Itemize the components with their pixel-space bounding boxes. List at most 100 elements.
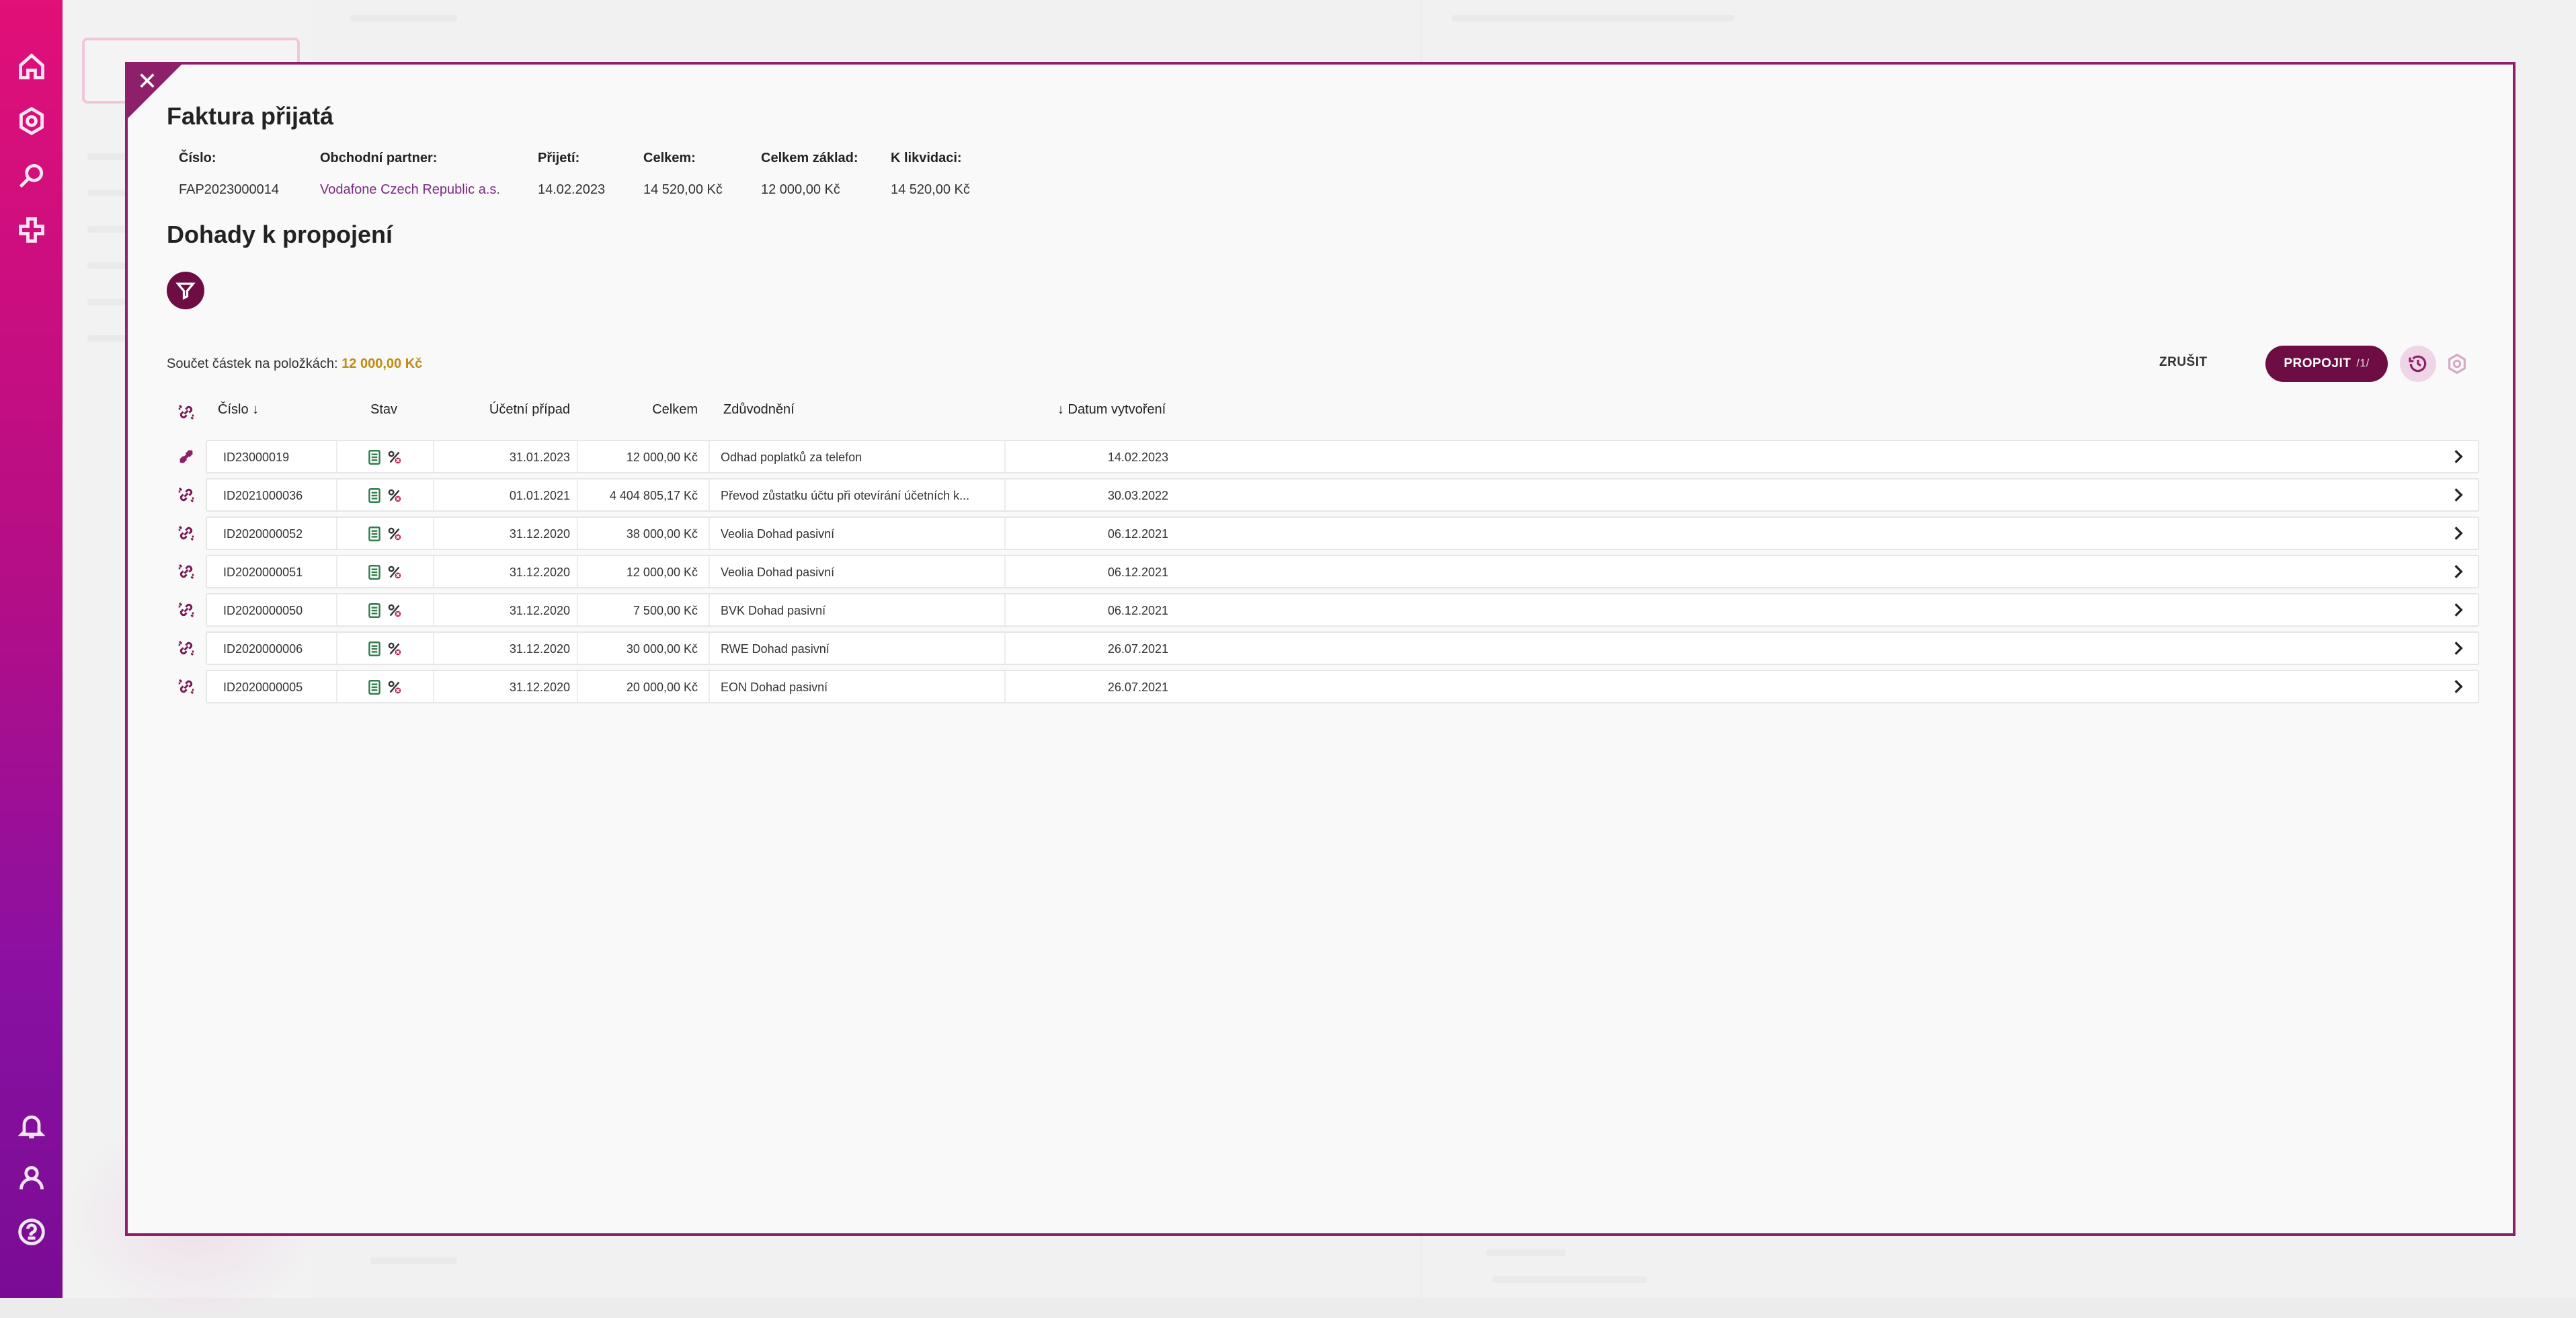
history-button[interactable] bbox=[2400, 346, 2436, 382]
row-box[interactable]: ID2020000050 31.12.2020 7 500,00 Kč BVK Doh… bbox=[206, 593, 2479, 627]
column-separator bbox=[336, 518, 337, 549]
search-icon[interactable] bbox=[16, 160, 47, 191]
chevron-right-icon[interactable] bbox=[2450, 486, 2468, 505]
home-icon[interactable] bbox=[16, 51, 47, 82]
column-separator bbox=[577, 594, 578, 625]
column-separator bbox=[336, 633, 337, 664]
table-row: ID2020000006 31.12.2020 30 000,00 Kč RWE Do… bbox=[167, 631, 2479, 665]
cell-ucetni-pripad: 31.12.2020 bbox=[509, 642, 570, 656]
accrual-percent-icon bbox=[386, 449, 403, 469]
cell-ucetni-pripad: 31.01.2023 bbox=[509, 451, 570, 464]
row-box[interactable]: ID2020000051 31.12.2020 12 000,00 Kč Veolia… bbox=[206, 555, 2479, 588]
column-separator bbox=[1004, 479, 1006, 510]
accrual-percent-icon bbox=[386, 564, 403, 584]
info-value: 14 520,00 Kč bbox=[891, 182, 970, 197]
row-box[interactable]: ID2020000005 31.12.2020 20 000,00 Kč EON Do… bbox=[206, 670, 2479, 703]
table-row: ID2020000052 31.12.2020 38 000,00 Kč Veolia… bbox=[167, 516, 2479, 550]
cell-datum: 26.07.2021 bbox=[1107, 681, 1168, 694]
column-separator bbox=[577, 556, 578, 587]
column-separator bbox=[1004, 594, 1006, 625]
column-separator bbox=[1004, 556, 1006, 587]
cell-celkem: 4 404 805,17 Kč bbox=[609, 489, 698, 502]
info-value: 12 000,00 Kč bbox=[761, 182, 840, 197]
info-label: K likvidaci: bbox=[891, 151, 962, 165]
column-separator bbox=[709, 633, 710, 664]
chevron-right-icon[interactable] bbox=[2450, 639, 2468, 658]
chevron-right-icon[interactable] bbox=[2450, 448, 2468, 467]
column-separator bbox=[577, 518, 578, 549]
col-header-datum[interactable]: ↓ Datum vytvoření bbox=[1057, 402, 1166, 418]
col-header-zduvodneni[interactable]: Zdůvodnění bbox=[723, 402, 795, 418]
filter-button[interactable] bbox=[167, 272, 204, 309]
cell-zduvodneni: EON Dohad pasivní bbox=[721, 681, 828, 694]
table-header: Číslo ↓ Stav Účetní případ Celkem Zdůvod… bbox=[167, 402, 2479, 426]
link-icon[interactable] bbox=[176, 485, 198, 506]
chevron-right-icon[interactable] bbox=[2450, 563, 2468, 582]
column-separator bbox=[1004, 633, 1006, 664]
table-settings-button[interactable] bbox=[2444, 351, 2470, 377]
link-button[interactable]: PROPOJIT /1/ bbox=[2265, 346, 2388, 382]
row-box[interactable]: ID2020000006 31.12.2020 30 000,00 Kč RWE Do… bbox=[206, 631, 2479, 665]
document-icon bbox=[366, 640, 383, 661]
column-separator bbox=[336, 479, 337, 510]
bell-icon[interactable] bbox=[16, 1110, 47, 1141]
cell-celkem: 12 000,00 Kč bbox=[626, 566, 698, 579]
cell-zduvodneni: Veolia Dohad pasivní bbox=[721, 566, 835, 579]
column-separator bbox=[577, 479, 578, 510]
row-box[interactable]: ID23000019 31.01.2023 12 000,00 Kč Odhad po… bbox=[206, 440, 2479, 473]
col-header-ucetni-pripad[interactable]: Účetní případ bbox=[462, 402, 570, 418]
status-icons bbox=[366, 602, 403, 623]
status-icons bbox=[366, 564, 403, 584]
linked-icon[interactable] bbox=[176, 447, 198, 468]
row-box[interactable]: ID2020000052 31.12.2020 38 000,00 Kč Veolia… bbox=[206, 516, 2479, 550]
settings-icon bbox=[2448, 353, 2466, 375]
cell-ucetni-pripad: 31.12.2020 bbox=[509, 527, 570, 541]
row-box[interactable]: ID2021000036 01.01.2021 4 404 805,17 Kč Pře… bbox=[206, 478, 2479, 512]
column-separator bbox=[433, 479, 434, 510]
info-value: 14.02.2023 bbox=[538, 182, 606, 197]
link-all-icon[interactable] bbox=[176, 402, 198, 424]
cell-datum: 06.12.2021 bbox=[1107, 566, 1168, 579]
cell-datum: 30.03.2022 bbox=[1107, 489, 1168, 502]
table-row: ID2020000051 31.12.2020 12 000,00 Kč Veolia… bbox=[167, 555, 2479, 588]
history-icon bbox=[2409, 355, 2427, 373]
column-separator bbox=[709, 479, 710, 510]
plus-icon[interactable] bbox=[16, 215, 47, 245]
cell-cislo: ID2020000051 bbox=[223, 566, 303, 579]
column-separator bbox=[1004, 441, 1006, 472]
link-accruals-modal: ✕ Faktura přijatá Číslo: FAP2023000014 O… bbox=[125, 62, 2515, 1236]
accrual-percent-icon bbox=[386, 487, 403, 508]
close-icon[interactable]: ✕ bbox=[133, 67, 161, 95]
column-separator bbox=[577, 671, 578, 702]
link-icon[interactable] bbox=[176, 676, 198, 698]
col-header-celkem[interactable]: Celkem bbox=[597, 402, 698, 418]
table-row: ID2020000050 31.12.2020 7 500,00 Kč BVK Doh… bbox=[167, 593, 2479, 627]
link-icon[interactable] bbox=[176, 638, 198, 660]
col-header-stav[interactable]: Stav bbox=[370, 402, 397, 418]
link-icon[interactable] bbox=[176, 600, 198, 621]
cell-datum: 06.12.2021 bbox=[1107, 527, 1168, 541]
help-icon[interactable] bbox=[16, 1216, 47, 1247]
link-icon[interactable] bbox=[176, 561, 198, 583]
cell-cislo: ID2020000006 bbox=[223, 642, 303, 656]
column-separator bbox=[433, 633, 434, 664]
column-separator bbox=[709, 594, 710, 625]
cancel-button[interactable]: ZRUŠIT bbox=[2159, 355, 2208, 370]
info-value: FAP2023000014 bbox=[179, 182, 280, 197]
modal-title: Faktura přijatá bbox=[167, 102, 334, 130]
document-icon bbox=[366, 525, 383, 546]
info-to-liquidate: K likvidaci: 14 520,00 Kč bbox=[891, 151, 970, 198]
partner-link[interactable]: Vodafone Czech Republic a.s. bbox=[320, 182, 500, 198]
col-header-cislo[interactable]: Číslo ↓ bbox=[218, 402, 259, 418]
column-separator bbox=[433, 441, 434, 472]
chevron-right-icon[interactable] bbox=[2450, 525, 2468, 543]
chevron-right-icon[interactable] bbox=[2450, 601, 2468, 620]
cell-zduvodneni: RWE Dohad pasivní bbox=[721, 642, 830, 656]
chevron-right-icon[interactable] bbox=[2450, 678, 2468, 697]
cell-celkem: 30 000,00 Kč bbox=[626, 642, 698, 656]
link-icon[interactable] bbox=[176, 523, 198, 545]
settings-icon[interactable] bbox=[16, 106, 47, 137]
status-icons bbox=[366, 525, 403, 546]
section-title: Dohady k propojení bbox=[167, 221, 393, 248]
user-icon[interactable] bbox=[16, 1163, 47, 1194]
